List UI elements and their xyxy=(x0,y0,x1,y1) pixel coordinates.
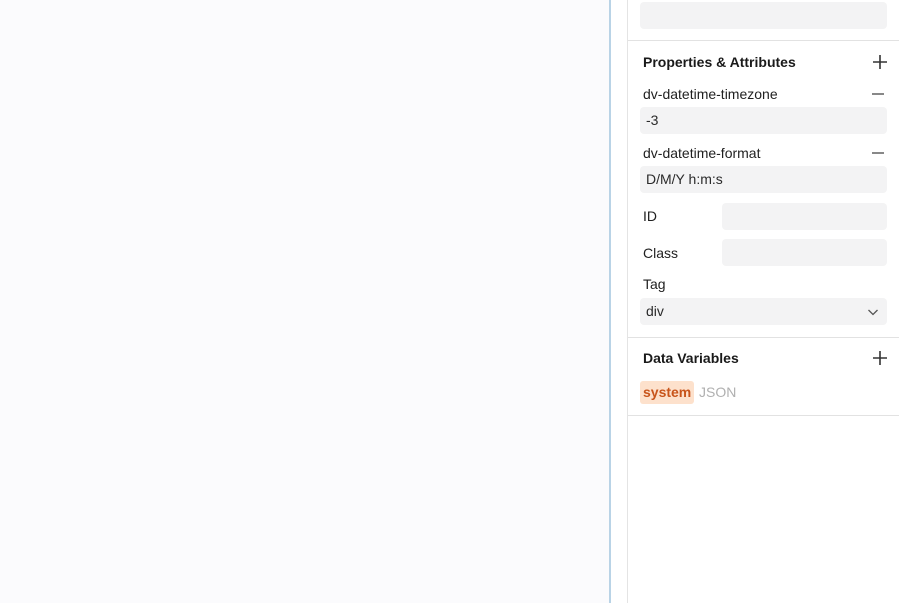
data-variable-type: JSON xyxy=(699,384,737,400)
add-data-variable-icon[interactable] xyxy=(871,349,889,367)
design-canvas[interactable] xyxy=(0,0,609,603)
tag-select-value: div xyxy=(646,303,664,319)
remove-attribute-format-icon[interactable] xyxy=(869,144,887,162)
data-variable-chip[interactable]: system xyxy=(640,381,695,404)
tag-label: Tag xyxy=(643,276,666,292)
attribute-name-timezone: dv-datetime-timezone xyxy=(643,86,778,102)
top-field[interactable] xyxy=(640,2,887,29)
panel-gutter xyxy=(611,0,627,603)
attribute-value-format[interactable]: D/M/Y h:m:s xyxy=(640,166,887,193)
id-input[interactable] xyxy=(722,203,887,230)
divider xyxy=(628,40,899,41)
attribute-value-timezone[interactable]: -3 xyxy=(640,107,887,134)
divider xyxy=(628,415,899,416)
attribute-name-format: dv-datetime-format xyxy=(643,145,761,161)
properties-section-title: Properties & Attributes xyxy=(643,54,796,70)
properties-panel: Properties & Attributes dv-datetime-time… xyxy=(627,0,899,603)
chevron-down-icon xyxy=(868,309,878,316)
class-input[interactable] xyxy=(722,239,887,266)
remove-attribute-timezone-icon[interactable] xyxy=(869,85,887,103)
id-label: ID xyxy=(643,208,657,224)
data-variables-section-title: Data Variables xyxy=(643,350,739,366)
divider xyxy=(628,337,899,338)
add-attribute-icon[interactable] xyxy=(871,53,889,71)
class-label: Class xyxy=(643,245,679,261)
tag-select[interactable]: div xyxy=(640,298,887,325)
